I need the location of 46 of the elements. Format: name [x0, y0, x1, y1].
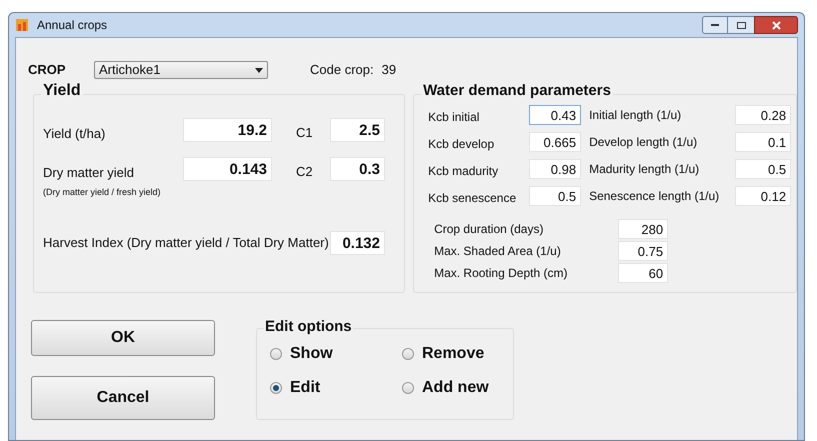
crop-label: CROP — [28, 61, 67, 80]
coef-label: C1 — [295, 124, 314, 142]
code-crop-label: Code crop: — [310, 61, 374, 80]
option-label: Remove — [422, 344, 484, 364]
field-note: (Dry matter yield / fresh yield) — [43, 186, 162, 199]
edit-options-title: Edit options — [264, 318, 353, 336]
ok-button[interactable]: OK — [31, 320, 215, 356]
value-field[interactable]: 19.2 — [183, 118, 272, 142]
value-field[interactable]: 0.12 — [735, 186, 792, 206]
cancel-button[interactable]: Cancel — [31, 376, 215, 420]
value-field[interactable]: 0.3 — [330, 156, 385, 180]
coef-label: C2 — [295, 162, 314, 180]
water-demand-title: Water demand parameters — [421, 82, 613, 100]
field-label: Kcb develop — [428, 136, 496, 153]
value-field[interactable]: 280 — [618, 219, 668, 239]
field-label: Crop duration (days) — [434, 221, 544, 238]
field-label: Kcb senescence — [428, 190, 518, 207]
crop-dropdown[interactable]: Artichoke1 — [94, 61, 268, 79]
value-field[interactable]: 0.5 — [735, 159, 792, 179]
value-field[interactable]: 0.665 — [529, 132, 582, 152]
field-label: Max. Shaded Area (1/u) — [434, 243, 562, 260]
field-label: Kcb madurity — [428, 163, 500, 180]
value-field[interactable]: 0.5 — [529, 186, 582, 206]
value-field[interactable]: 60 — [618, 263, 668, 283]
field-label: Kcb initial — [428, 109, 480, 126]
value-field[interactable]: 0.28 — [735, 105, 792, 125]
value-field[interactable]: 0.143 — [183, 156, 272, 180]
code-crop-value: 39 — [382, 61, 396, 80]
field-label: Max. Rooting Depth (cm) — [434, 265, 568, 282]
field-label: Develop length (1/u) — [588, 134, 698, 151]
option-label: Add new — [422, 378, 489, 398]
field-label: Madurity length (1/u) — [588, 161, 700, 178]
option-label: Edit — [290, 378, 320, 398]
value-field[interactable]: 0.1 — [735, 132, 792, 152]
value-field[interactable]: 0.132 — [330, 230, 385, 254]
field-label: Initial length (1/u) — [588, 107, 682, 124]
field-label: Senescence length (1/u) — [588, 188, 720, 205]
value-field[interactable]: 0.75 — [618, 241, 668, 261]
field-label: Yield (t/ha) — [43, 125, 106, 143]
value-field[interactable]: 0.98 — [529, 159, 582, 179]
window-title: Annual crops — [37, 17, 108, 34]
harvest-index-label: Harvest Index (Dry matter yield / Total Dry Matter) — [43, 234, 330, 252]
option-label: Show — [290, 344, 333, 364]
field-label: Dry matter yield — [43, 164, 136, 182]
value-field[interactable]: 0.43 — [529, 105, 582, 125]
value-field[interactable]: 2.5 — [330, 118, 385, 142]
